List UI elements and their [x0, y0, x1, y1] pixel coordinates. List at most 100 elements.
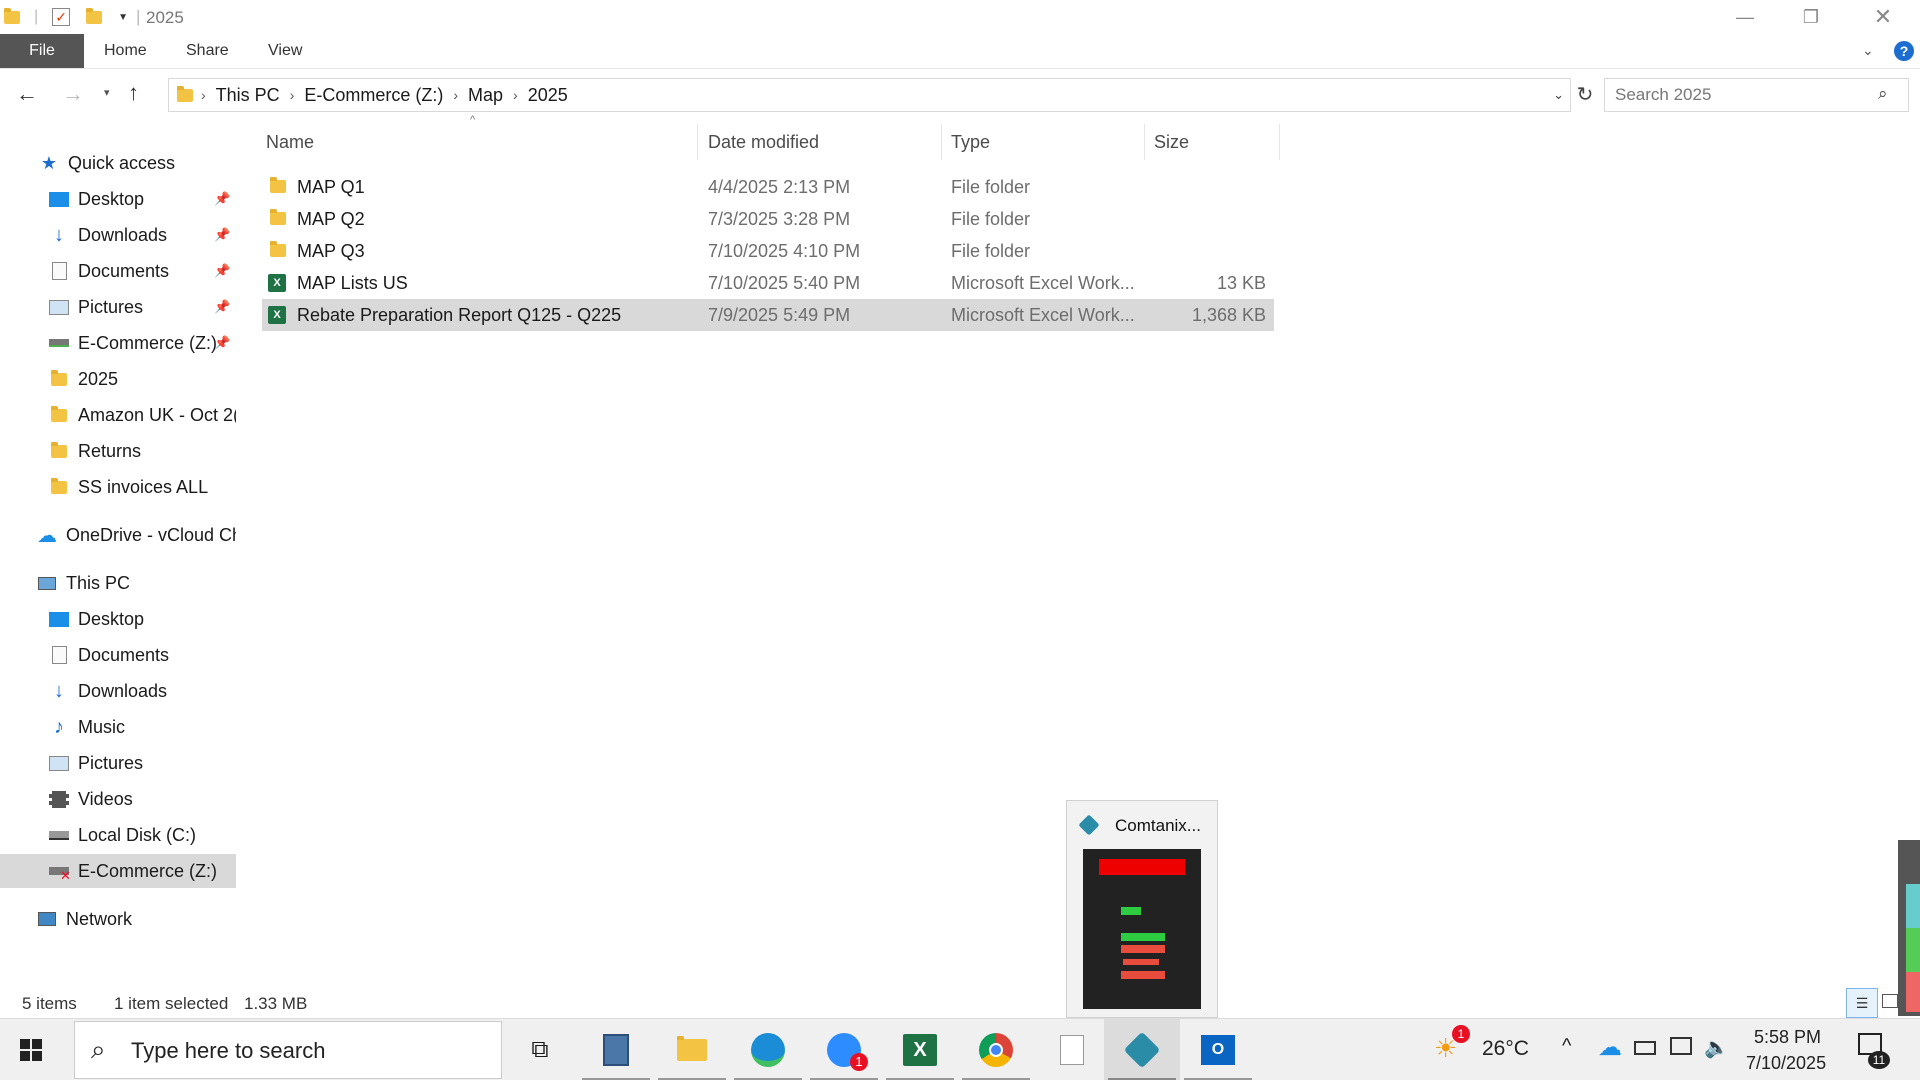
ribbon: File Home Share View ⌄ ? — [0, 34, 1920, 68]
sidebar-item-label: SS invoices ALL — [78, 476, 209, 497]
sidebar-item-pictures[interactable]: Pictures 📌 — [0, 290, 236, 324]
sidebar-item-e-commerce-drive[interactable]: E-Commerce (Z:) 📌 — [0, 326, 236, 360]
details-view-icon[interactable]: ☰ — [1846, 988, 1878, 1018]
sidebar-item-onedrive[interactable]: ☁ OneDrive - vCloud Ch — [0, 518, 236, 552]
breadcrumb-this-pc[interactable]: This PC — [208, 85, 288, 106]
network-status-icon[interactable] — [1670, 1037, 1692, 1055]
clock-time[interactable]: 5:58 PM — [1754, 1027, 1821, 1048]
desktop-icon — [48, 190, 70, 208]
sidebar-item-network[interactable]: Network — [0, 902, 236, 936]
excel-icon[interactable]: X — [882, 1019, 958, 1080]
task-view-icon[interactable]: ⧉ — [502, 1019, 578, 1080]
tab-file[interactable]: File — [0, 34, 84, 68]
large-icons-view-icon[interactable] — [1882, 994, 1898, 1008]
zoom-icon[interactable]: 1 — [806, 1019, 882, 1080]
sidebar-item-pc-downloads[interactable]: ↓ Downloads — [0, 674, 236, 708]
breadcrumb-e-commerce[interactable]: E-Commerce (Z:) — [296, 85, 451, 106]
sidebar-item-documents[interactable]: Documents 📌 — [0, 254, 236, 288]
folder-icon — [48, 441, 70, 460]
tab-home[interactable]: Home — [104, 34, 147, 68]
sidebar-item-label: This PC — [66, 572, 131, 593]
file-explorer-icon[interactable] — [654, 1019, 730, 1080]
new-folder-icon[interactable] — [86, 7, 103, 24]
file-name: MAP Lists US — [297, 273, 408, 293]
sidebar-item-pc-e-commerce[interactable]: ✕ E-Commerce (Z:) — [0, 854, 236, 888]
title-separator: | — [136, 7, 141, 26]
search-input[interactable]: Search 2025 — [1604, 78, 1909, 112]
window-preview[interactable] — [1083, 849, 1201, 1009]
up-arrow-icon[interactable]: ↑ — [128, 80, 139, 106]
properties-icon[interactable]: ✓ — [52, 8, 71, 26]
sidebar-item-pc-pictures[interactable]: Pictures — [0, 746, 236, 780]
sidebar-item-2025[interactable]: 2025 — [0, 362, 236, 396]
taskbar-search-box[interactable]: ⌕ Type here to search — [74, 1021, 502, 1079]
onedrive-cloud-icon[interactable]: ☁ — [1598, 1033, 1622, 1062]
column-header-date-modified[interactable]: Date modified — [700, 124, 942, 160]
refresh-icon[interactable]: ↻ — [1571, 78, 1599, 112]
restore-button[interactable]: ❐ — [1778, 0, 1844, 34]
file-row[interactable]: MAP Q2 7/3/2025 3:28 PM File folder — [262, 203, 1274, 235]
notepad-icon[interactable] — [1034, 1019, 1110, 1080]
sidebar-item-pc-documents[interactable]: Documents — [0, 638, 236, 672]
battery-icon[interactable] — [1634, 1041, 1656, 1055]
volume-icon[interactable]: 🔈 — [1704, 1035, 1729, 1060]
file-size: 1,368 KB — [1191, 305, 1266, 325]
chrome-icon[interactable] — [958, 1019, 1034, 1080]
calculator-icon[interactable] — [578, 1019, 654, 1080]
folder-icon — [177, 85, 193, 102]
sidebar-item-desktop[interactable]: Desktop 📌 — [0, 182, 236, 216]
sidebar-item-music[interactable]: ♪ Music — [0, 710, 236, 744]
breadcrumb-map[interactable]: Map — [460, 85, 511, 106]
outlook-icon[interactable]: O — [1180, 1019, 1256, 1080]
clock-date[interactable]: 7/10/2025 — [1746, 1053, 1826, 1074]
sidebar-item-label: Amazon UK - Oct 2( — [78, 404, 236, 425]
address-dropdown-icon[interactable]: ⌄ — [1553, 87, 1564, 103]
sidebar-item-label: Network — [66, 908, 133, 929]
pin-icon: 📌 — [214, 335, 231, 350]
file-row[interactable]: MAP Q1 4/4/2025 2:13 PM File folder — [262, 171, 1274, 203]
search-icon[interactable]: ⌕ — [1878, 84, 1888, 104]
pin-icon: 📌 — [214, 191, 231, 206]
sidebar-item-downloads[interactable]: ↓ Downloads 📌 — [0, 218, 236, 252]
folder-icon — [48, 405, 70, 424]
sidebar-item-this-pc[interactable]: This PC — [0, 566, 236, 600]
tab-view[interactable]: View — [268, 34, 302, 68]
file-row[interactable]: MAP Q3 7/10/2025 4:10 PM File folder — [262, 235, 1274, 267]
minimize-button[interactable]: — — [1712, 0, 1778, 34]
sidebar-item-returns[interactable]: Returns — [0, 434, 236, 468]
comtanix-taskbar-icon[interactable] — [1104, 1019, 1180, 1080]
folder-icon — [270, 241, 286, 257]
edge-icon[interactable] — [730, 1019, 806, 1080]
file-row-selected[interactable]: X Rebate Preparation Report Q125 - Q225 … — [262, 299, 1274, 331]
taskbar: ⌕ Type here to search ⧉ 1 X O ☀ 1 26°C ^… — [0, 1018, 1920, 1080]
windows-start-icon[interactable] — [20, 1039, 42, 1061]
back-arrow-icon[interactable]: ← — [16, 81, 38, 107]
weather-temperature[interactable]: 26°C — [1482, 1037, 1529, 1061]
forward-arrow-icon[interactable]: → — [62, 81, 84, 107]
excel-icon: X — [268, 306, 286, 324]
customize-toolbar-icon[interactable]: ▼ — [118, 12, 128, 23]
sidebar-item-quick-access[interactable]: ★ Quick access — [0, 146, 236, 180]
help-icon[interactable]: ? — [1894, 41, 1914, 61]
file-type: File folder — [951, 241, 1031, 261]
chevron-up-icon[interactable]: ^ — [1562, 1035, 1571, 1058]
close-button[interactable]: ✕ — [1850, 0, 1916, 34]
file-date: 7/10/2025 5:40 PM — [708, 273, 861, 293]
column-header-name[interactable]: Name — [258, 124, 698, 160]
sidebar-item-videos[interactable]: Videos — [0, 782, 236, 816]
sidebar-item-label: Returns — [78, 440, 142, 461]
sidebar-item-ss-invoices[interactable]: SS invoices ALL — [0, 470, 236, 504]
sidebar-item-local-disk[interactable]: Local Disk (C:) — [0, 818, 236, 852]
address-bar[interactable]: › This PC › E-Commerce (Z:) › Map › 2025… — [168, 78, 1571, 112]
expand-ribbon-icon[interactable]: ⌄ — [1862, 42, 1874, 59]
breadcrumb-2025[interactable]: 2025 — [520, 85, 576, 106]
tab-share[interactable]: Share — [186, 34, 229, 68]
taskbar-thumbnail-popup[interactable]: Comtanix... — [1066, 800, 1218, 1018]
column-header-type[interactable]: Type — [943, 124, 1145, 160]
sidebar-item-pc-desktop[interactable]: Desktop — [0, 602, 236, 636]
column-header-size[interactable]: Size — [1146, 124, 1280, 160]
sidebar-item-amazon-uk[interactable]: Amazon UK - Oct 2( — [0, 398, 236, 432]
music-note-icon: ♪ — [54, 715, 64, 738]
file-row[interactable]: X MAP Lists US 7/10/2025 5:40 PM Microso… — [262, 267, 1274, 299]
recent-locations-icon[interactable]: ▾ — [104, 86, 110, 99]
